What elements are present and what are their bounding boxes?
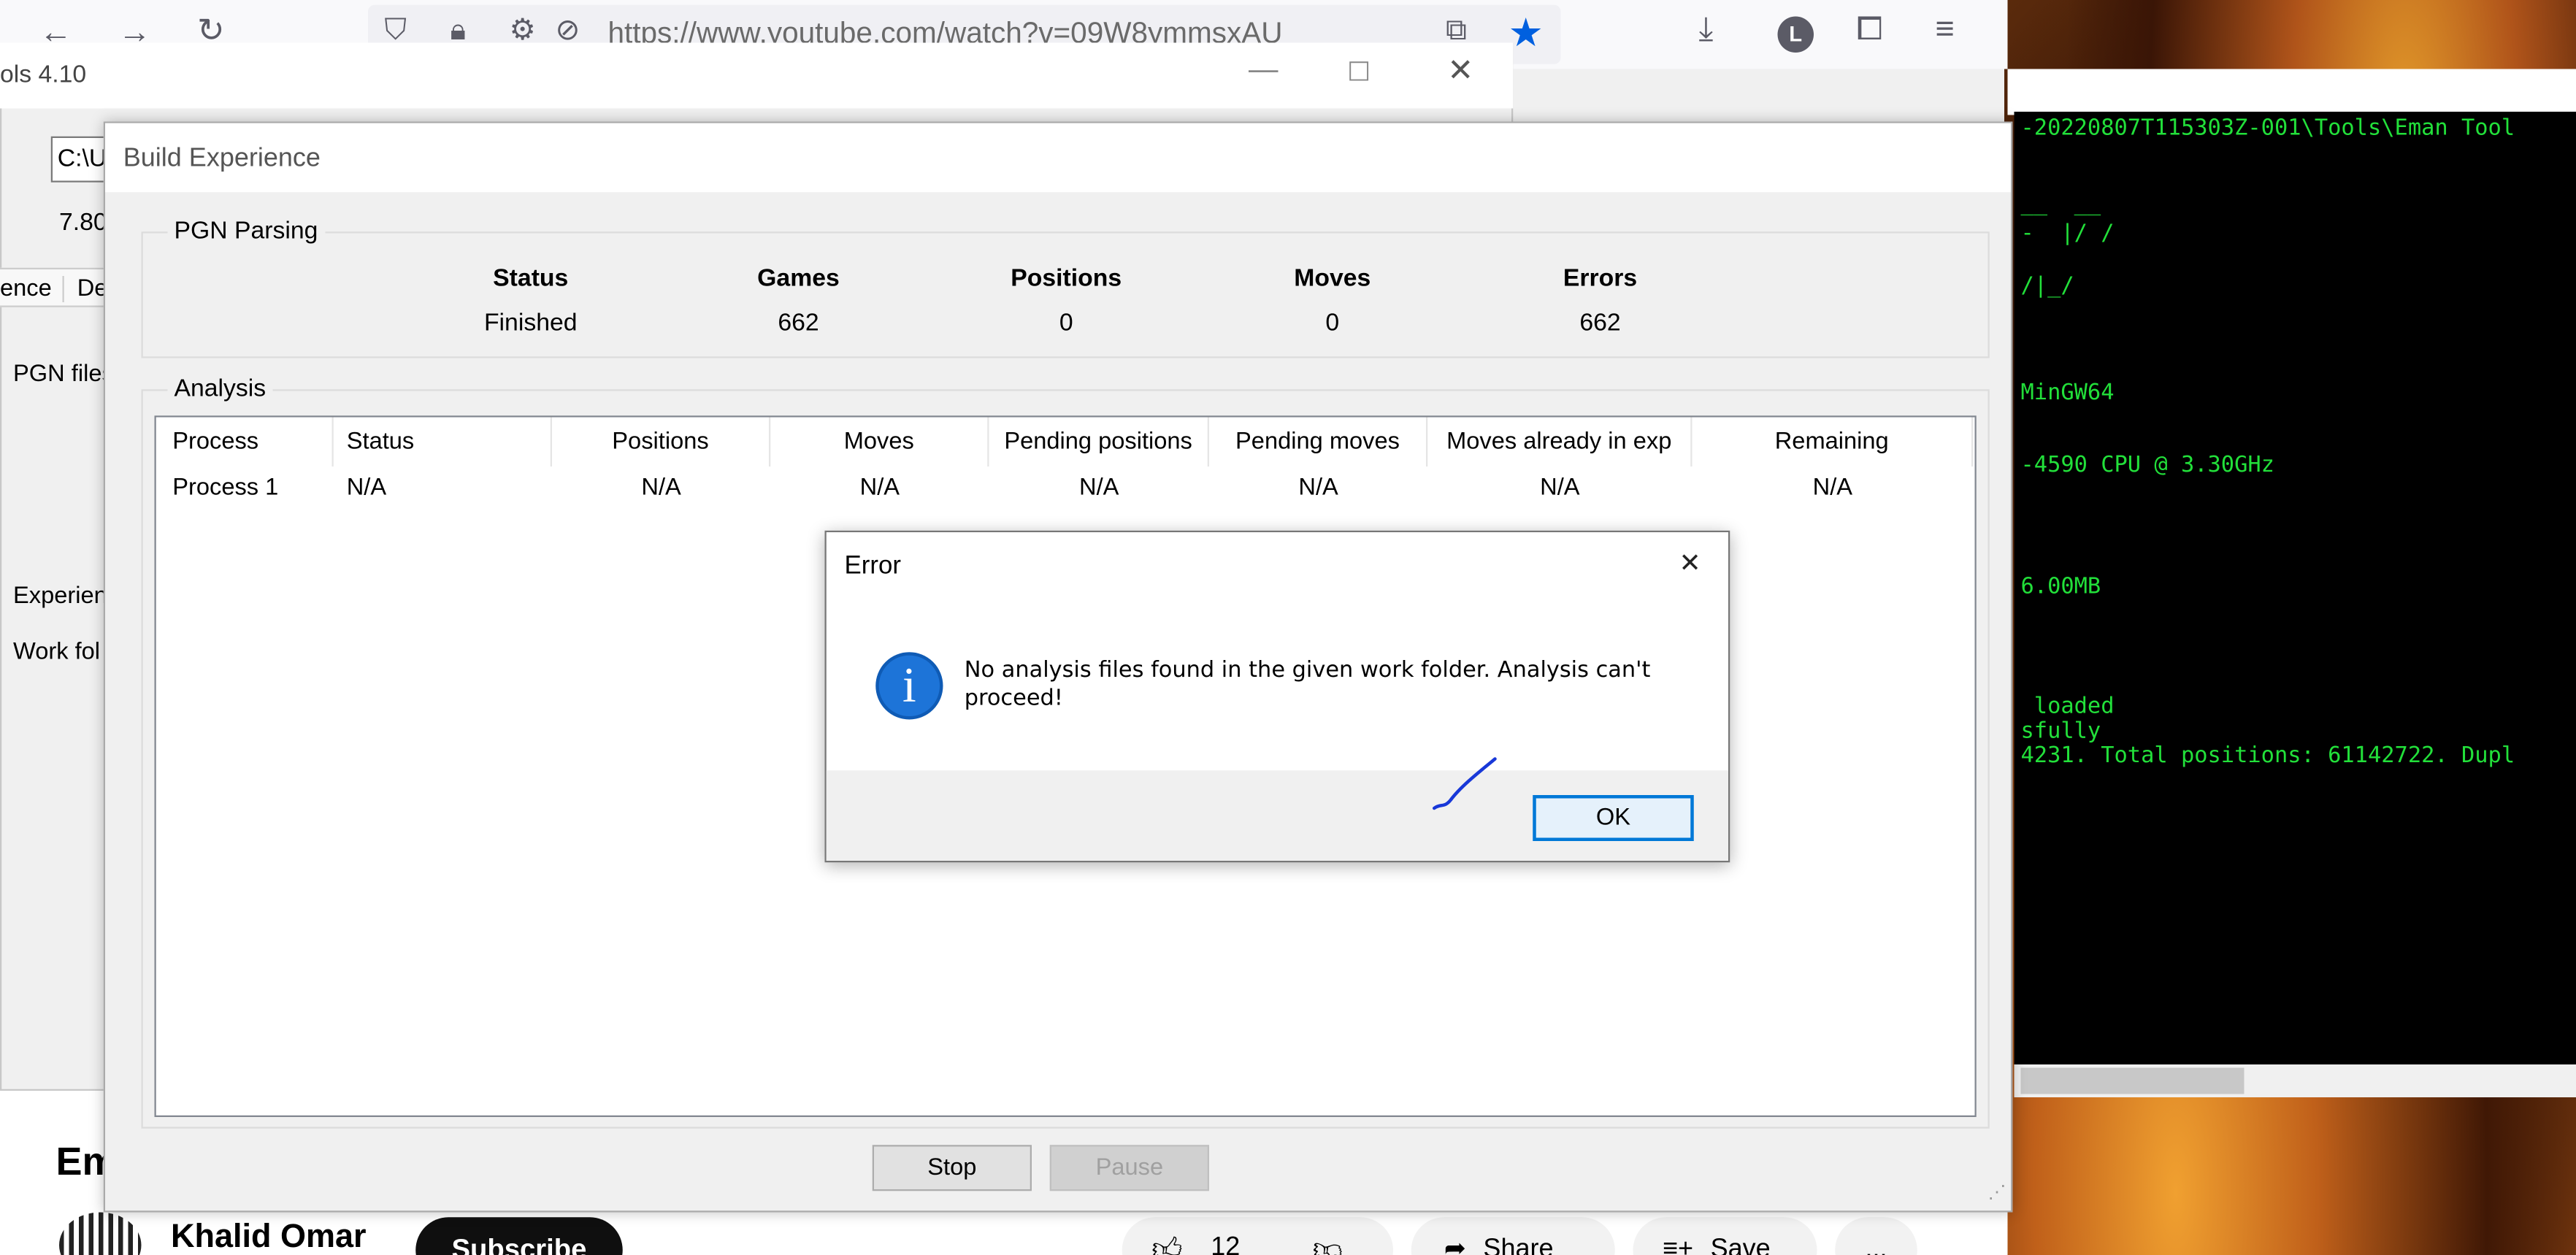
stop-button[interactable]: Stop [872, 1145, 1032, 1191]
pgn-value-positions: 0 [1059, 309, 1073, 337]
picture-in-picture-icon[interactable]: ⧉ [1446, 15, 1467, 45]
version-text: 7.80 [59, 208, 107, 237]
maximize-icon[interactable]: ☐ [1347, 56, 1371, 89]
lock-icon[interactable]: 🔒︎ [451, 15, 467, 45]
table-cell[interactable]: N/A [1427, 468, 1692, 507]
experience-label: Experien [13, 583, 107, 610]
terminal-line: MinGW64 [2020, 379, 2115, 406]
terminal-line: /|_/ [2020, 272, 2074, 299]
account-avatar[interactable]: L [1777, 16, 1814, 53]
table-cell[interactable]: N/A [1693, 468, 1974, 507]
pgn-parsing-group: PGN Parsing Status Games Positions Moves… [141, 217, 1990, 358]
save-icon: ≡+ [1663, 1235, 1694, 1255]
save-button[interactable]: ≡+ Save [1633, 1217, 1817, 1255]
table-cell[interactable]: N/A [770, 468, 989, 507]
close-icon[interactable]: ✕ [1447, 53, 1473, 91]
terminal-line: sfully [2020, 718, 2101, 745]
terminal-window: -20220807T115303Z-001\Tools\Eman Tool __… [2014, 112, 2576, 1064]
error-dialog: Error ✕ i No analysis files found in the… [824, 530, 1730, 863]
bookmark-star-icon[interactable]: ★ [1509, 10, 1544, 58]
pgn-value-status: Finished [483, 309, 578, 337]
error-dialog-title: Error [844, 552, 902, 580]
terminal-line: __ __ [2020, 191, 2101, 217]
column-header-pending-positions[interactable]: Pending positions [989, 417, 1209, 467]
minimize-icon[interactable]: — [1249, 53, 1279, 87]
pause-button[interactable]: Pause [1049, 1145, 1209, 1191]
table-cell[interactable]: N/A [989, 468, 1210, 507]
terminal-line: loaded [2020, 693, 2115, 720]
terminal-line: -20220807T115303Z-001\Tools\Eman Tool [2020, 115, 2515, 142]
pgn-files-label: PGN files [13, 361, 114, 388]
info-icon: i [875, 652, 943, 720]
share-icon: ➦ [1444, 1235, 1466, 1255]
column-header-moves-already-in-exp[interactable]: Moves already in exp [1427, 417, 1693, 467]
ok-button[interactable]: OK [1533, 795, 1694, 841]
share-button[interactable]: ➦ Share [1411, 1217, 1615, 1255]
table-cell[interactable]: Process 1 [172, 468, 278, 507]
pgn-value-games: 662 [778, 309, 819, 337]
table-cell[interactable]: N/A [347, 468, 386, 507]
pgn-value-moves: 0 [1325, 309, 1340, 337]
terminal-titlebar [2007, 69, 2576, 115]
channel-avatar[interactable] [59, 1212, 142, 1255]
downloads-icon[interactable]: ⤓ [1699, 13, 1714, 46]
pen-scribble [1433, 757, 1497, 810]
shield-icon[interactable]: ⛉ [385, 15, 407, 45]
pgn-header-moves: Moves [1294, 264, 1371, 293]
menu-icon[interactable]: ≡ [1936, 13, 1955, 46]
pgn-header-positions: Positions [1011, 264, 1122, 293]
tools-window-titlebar: ols 4.10 — ☐ ✕ [0, 42, 1514, 109]
column-header-remaining[interactable]: Remaining [1693, 417, 1974, 467]
analysis-label: Analysis [167, 375, 273, 403]
work-folder-label: Work fol [13, 639, 101, 666]
column-header-pending-moves[interactable]: Pending moves [1209, 417, 1428, 467]
like-count: 12 [1211, 1233, 1241, 1255]
column-header-moves[interactable]: Moves [770, 417, 989, 467]
error-message: No analysis files found in the given wor… [964, 657, 1651, 712]
table-cell[interactable]: N/A [1209, 468, 1427, 507]
share-label: Share [1483, 1235, 1554, 1255]
column-header-status[interactable]: Status [334, 417, 552, 467]
terminal-line: 4231. Total positions: 61142722. Dupl [2020, 742, 2515, 769]
build-experience-titlebar: Build Experience [105, 123, 2011, 193]
permissions-icon[interactable]: ⚙ [510, 15, 536, 45]
autoplay-blocked-icon[interactable]: ⊘ [556, 15, 580, 45]
column-header-positions[interactable]: Positions [552, 417, 771, 467]
path-field[interactable]: C:\U [50, 136, 110, 183]
terminal-line: - |/ / [2020, 220, 2115, 247]
terminal-line: -4590 CPU @ 3.30GHz [2020, 451, 2274, 478]
table-cell[interactable]: N/A [552, 468, 770, 507]
pgn-value-errors: 662 [1579, 309, 1621, 337]
subscribe-button[interactable]: Subscribe [415, 1217, 623, 1255]
pgn-header-games: Games [757, 264, 840, 293]
pgn-header-status: Status [493, 264, 569, 293]
column-header-process[interactable]: Process [156, 417, 334, 467]
pgn-parsing-label: PGN Parsing [167, 217, 325, 245]
dislike-icon[interactable]: 👎︎ [1313, 1230, 1343, 1255]
like-icon[interactable]: 👍︎ [1151, 1230, 1182, 1255]
dialog-close-icon[interactable]: ✕ [1679, 547, 1701, 580]
build-experience-title: Build Experience [123, 145, 321, 173]
tab-experience[interactable]: ence [0, 276, 65, 302]
more-actions-button[interactable]: ... [1835, 1217, 1917, 1255]
channel-name[interactable]: Khalid Omar [171, 1219, 367, 1255]
like-dislike-group: 👍︎ 12 👎︎ [1122, 1217, 1393, 1255]
extensions-icon[interactable]: ⧠ [1857, 13, 1883, 46]
terminal-line: 6.00MB [2020, 573, 2101, 600]
terminal-scrollbar-thumb[interactable] [2020, 1067, 2245, 1094]
tools-window-title: ols 4.10 [0, 61, 87, 89]
resize-grip-icon[interactable]: ⋰ [1988, 1181, 2006, 1202]
save-label: Save [1710, 1235, 1771, 1255]
pgn-header-errors: Errors [1563, 264, 1638, 293]
tools-tabstrip: ence De [0, 267, 107, 307]
